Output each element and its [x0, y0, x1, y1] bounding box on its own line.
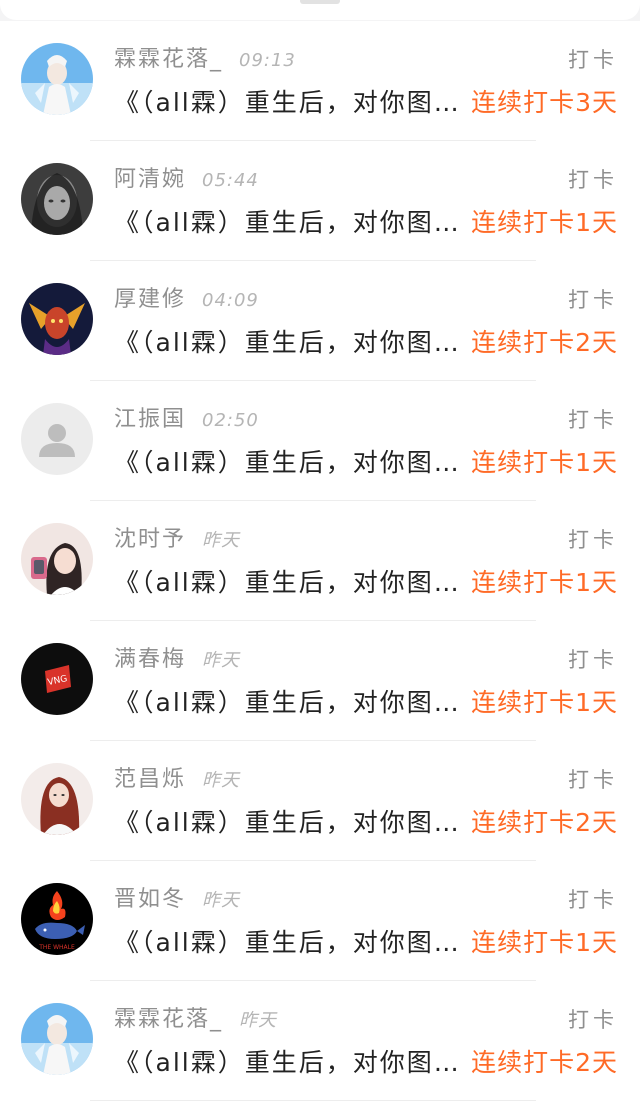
user-name[interactable]: 阿清婉: [114, 167, 186, 192]
streak-label: 连续打卡1天: [471, 208, 618, 237]
checkin-time: 昨天: [202, 890, 241, 911]
book-title[interactable]: 《（all霖）重生后，对你图谋不轨》: [114, 1045, 468, 1081]
user-line: 厚建修 04:09: [114, 285, 259, 315]
checkin-time: 05:44: [202, 170, 259, 191]
checkin-time: 昨天: [202, 650, 241, 671]
checkin-time: 昨天: [239, 1010, 278, 1031]
top-card-handle: [300, 0, 340, 4]
action-label: 打卡: [568, 1008, 618, 1032]
streak-label: 连续打卡1天: [471, 568, 618, 597]
checkin-list-item[interactable]: 江振国 02:50 打卡 《（all霖）重生后，对你图谋不轨》 连续打卡1天: [0, 381, 640, 501]
user-name[interactable]: 江振国: [114, 407, 186, 432]
avatar-image-fantasy-art: [21, 283, 93, 355]
avatar[interactable]: VNG: [21, 643, 93, 715]
user-name[interactable]: 晋如冬: [114, 887, 186, 912]
checkin-list-item[interactable]: 阿清婉 05:44 打卡 《（all霖）重生后，对你图谋不轨》 连续打卡1天: [0, 141, 640, 261]
checkin-feed-page: 霖霖花落_ 09:13 打卡 《（all霖）重生后，对你图谋不轨》 连续打卡3天: [0, 0, 640, 1118]
book-title[interactable]: 《（all霖）重生后，对你图谋不轨》: [114, 565, 468, 601]
streak-label: 连续打卡2天: [471, 1048, 618, 1077]
book-title[interactable]: 《（all霖）重生后，对你图谋不轨》: [114, 445, 468, 481]
avatar[interactable]: [21, 1003, 93, 1075]
avatar[interactable]: [21, 163, 93, 235]
user-line: 阿清婉 05:44: [114, 165, 259, 195]
avatar-image-logo: VNG: [21, 643, 93, 715]
streak-label: 连续打卡1天: [471, 928, 618, 957]
action-label: 打卡: [568, 48, 618, 72]
user-name[interactable]: 沈时予: [114, 527, 186, 552]
checkin-list-item[interactable]: 霖霖花落_ 09:13 打卡 《（all霖）重生后，对你图谋不轨》 连续打卡3天: [0, 21, 640, 141]
user-line: 霖霖花落_ 昨天: [114, 1005, 277, 1035]
avatar-image-portrait: [21, 763, 93, 835]
streak-label: 连续打卡2天: [471, 808, 618, 837]
checkin-list: 霖霖花落_ 09:13 打卡 《（all霖）重生后，对你图谋不轨》 连续打卡3天: [0, 21, 640, 1118]
user-name[interactable]: 满春梅: [114, 647, 186, 672]
avatar[interactable]: [21, 403, 93, 475]
user-line: 霖霖花落_ 09:13: [114, 45, 296, 75]
book-title[interactable]: 《（all霖）重生后，对你图谋不轨》: [114, 325, 468, 361]
avatar[interactable]: [21, 763, 93, 835]
action-label: 打卡: [568, 648, 618, 672]
avatar[interactable]: [21, 283, 93, 355]
book-title[interactable]: 《（all霖）重生后，对你图谋不轨》: [114, 205, 468, 241]
book-title[interactable]: 《（all霖）重生后，对你图谋不轨》: [114, 925, 468, 961]
streak-label: 连续打卡1天: [471, 688, 618, 717]
book-title[interactable]: 《（all霖）重生后，对你图谋不轨》: [114, 85, 468, 121]
checkin-list-item[interactable]: 沈时予昨天 打卡 《（all霖）重生后，对你图谋不轨》 连续打卡1天: [0, 501, 640, 621]
checkin-time: 昨天: [202, 530, 241, 551]
book-title[interactable]: 《（all霖）重生后，对你图谋不轨》: [114, 685, 468, 721]
avatar[interactable]: [21, 43, 93, 115]
checkin-time: 04:09: [202, 290, 259, 311]
action-label: 打卡: [568, 768, 618, 792]
user-line: 江振国 02:50: [114, 405, 259, 435]
divider: [90, 1100, 536, 1101]
avatar-image-ethereal: [21, 1003, 93, 1075]
checkin-time: 09:13: [239, 50, 296, 71]
avatar-image-monochrome: [21, 163, 93, 235]
user-name[interactable]: 霖霖花落_: [114, 1007, 223, 1032]
user-name[interactable]: 霖霖花落_: [114, 47, 223, 72]
action-label: 打卡: [568, 168, 618, 192]
streak-label: 连续打卡3天: [471, 88, 618, 117]
avatar-image-ethereal: [21, 43, 93, 115]
checkin-time: 昨天: [202, 770, 241, 791]
checkin-list-item[interactable]: VNG 满春梅昨天 打卡 《（all霖）重生后，对你图谋不轨》 连续打卡1天: [0, 621, 640, 741]
checkin-list-item[interactable]: 厚建修 04:09 打卡 《（all霖）重生后，对你图谋不轨》 连续打卡2天: [0, 261, 640, 381]
user-name[interactable]: 范昌烁: [114, 767, 186, 792]
avatar-badge-text: THE WHALE: [38, 944, 75, 951]
user-line: 满春梅 昨天: [114, 645, 240, 675]
user-line: 沈时予 昨天: [114, 525, 240, 555]
book-title[interactable]: 《（all霖）重生后，对你图谋不轨》: [114, 805, 468, 841]
streak-label: 连续打卡1天: [471, 448, 618, 477]
action-label: 打卡: [568, 408, 618, 432]
top-card: [0, 0, 640, 20]
action-label: 打卡: [568, 288, 618, 312]
whale-flame-icon: THE WHALE: [21, 883, 93, 955]
avatar-image-selfie: [21, 523, 93, 595]
action-label: 打卡: [568, 888, 618, 912]
avatar[interactable]: THE WHALE: [21, 883, 93, 955]
avatar[interactable]: [21, 523, 93, 595]
checkin-list-item[interactable]: 范昌烁昨天 打卡 《（all霖）重生后，对你图谋不轨》 连续打卡2天: [0, 741, 640, 861]
checkin-list-item[interactable]: 霖霖花落_ 昨天 打卡 《（all霖）重生后，对你图谋不轨》 连续打卡2天: [0, 981, 640, 1101]
user-name[interactable]: 厚建修: [114, 287, 186, 312]
user-line: 晋如冬 昨天: [114, 885, 240, 915]
action-label: 打卡: [568, 528, 618, 552]
checkin-time: 02:50: [202, 410, 259, 431]
user-line: 范昌烁 昨天: [114, 765, 240, 795]
checkin-list-item[interactable]: THE WHALE 晋如冬昨天 打卡 《（all霖）重生后，对你图谋不轨》 连续…: [0, 861, 640, 981]
streak-label: 连续打卡2天: [471, 328, 618, 357]
default-avatar-icon: [21, 403, 93, 475]
